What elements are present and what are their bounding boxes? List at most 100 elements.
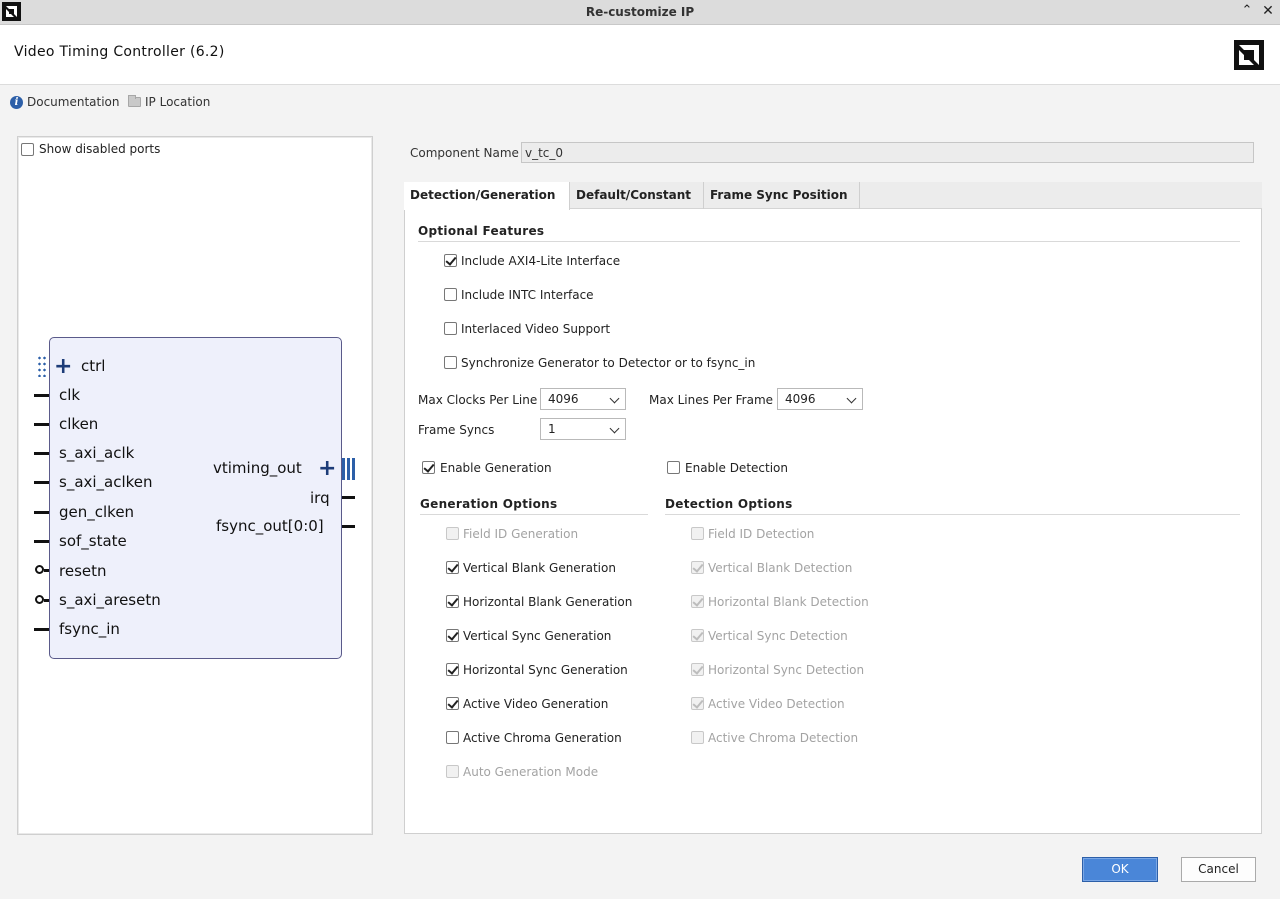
active-chroma-generation-checkbox[interactable] bbox=[446, 731, 459, 744]
field-id-detection-label: Field ID Detection bbox=[708, 527, 815, 541]
documentation-link[interactable]: i Documentation bbox=[10, 95, 120, 109]
pin-line bbox=[44, 599, 49, 602]
frame-syncs-select[interactable]: 1 bbox=[540, 418, 626, 440]
pin-line bbox=[342, 525, 355, 528]
optional-features-title: Optional Features bbox=[418, 224, 545, 238]
port-s-axi-aclk: s_axi_aclk bbox=[59, 444, 135, 462]
ip-title: Video Timing Controller (6.2) bbox=[14, 44, 225, 60]
expand-bus-icon[interactable]: + bbox=[318, 458, 336, 480]
port-gen-clken: gen_clken bbox=[59, 503, 135, 521]
tab-default-constant[interactable]: Default/Constant bbox=[570, 182, 704, 209]
generation-options-title: Generation Options bbox=[420, 497, 558, 511]
port-clk: clk bbox=[59, 386, 81, 404]
max-lines-value: 4096 bbox=[785, 392, 816, 406]
max-lines-label: Max Lines Per Frame bbox=[649, 393, 774, 407]
pin-line bbox=[34, 481, 49, 484]
port-sof-state: sof_state bbox=[59, 532, 127, 550]
vertical-blank-generation-checkbox[interactable] bbox=[446, 561, 459, 574]
field-id-detection-checkbox[interactable] bbox=[691, 527, 704, 540]
vertical-blank-detection-checkbox[interactable] bbox=[691, 561, 704, 574]
section-divider bbox=[420, 514, 648, 515]
include-intc-checkbox[interactable] bbox=[444, 288, 457, 301]
enable-generation-label: Enable Generation bbox=[440, 461, 552, 475]
vertical-sync-generation-label: Vertical Sync Generation bbox=[463, 629, 612, 643]
tab-bar: Detection/Generation Default/Constant Fr… bbox=[404, 182, 1262, 210]
port-s-axi-aresetn: s_axi_aresetn bbox=[59, 591, 161, 609]
detection-options-title: Detection Options bbox=[665, 497, 793, 511]
section-divider bbox=[665, 514, 1240, 515]
include-intc-label: Include INTC Interface bbox=[461, 288, 594, 302]
chevron-down-icon bbox=[609, 423, 620, 434]
expand-bus-icon[interactable]: + bbox=[54, 356, 72, 378]
interlaced-video-label: Interlaced Video Support bbox=[461, 322, 611, 336]
section-divider bbox=[418, 241, 1240, 242]
horizontal-sync-generation-label: Horizontal Sync Generation bbox=[463, 663, 628, 677]
horizontal-blank-generation-checkbox[interactable] bbox=[446, 595, 459, 608]
enable-generation-checkbox[interactable] bbox=[422, 461, 435, 474]
port-fsync-in: fsync_in bbox=[59, 620, 120, 638]
links-bar: i Documentation IP Location bbox=[0, 86, 1280, 116]
active-video-generation-label: Active Video Generation bbox=[463, 697, 609, 711]
port-irq: irq bbox=[310, 489, 330, 507]
component-name-field[interactable]: v_tc_0 bbox=[521, 142, 1254, 163]
tab-frame-sync-position[interactable]: Frame Sync Position bbox=[704, 182, 860, 209]
max-clocks-value: 4096 bbox=[548, 392, 579, 406]
horizontal-sync-detection-checkbox[interactable] bbox=[691, 663, 704, 676]
window-minimize-button[interactable]: ⌃ bbox=[1240, 3, 1254, 21]
horizontal-blank-detection-checkbox[interactable] bbox=[691, 595, 704, 608]
port-ctrl: ctrl bbox=[81, 357, 106, 375]
max-lines-select[interactable]: 4096 bbox=[777, 388, 863, 410]
horizontal-sync-generation-checkbox[interactable] bbox=[446, 663, 459, 676]
interlaced-video-checkbox[interactable] bbox=[444, 322, 457, 335]
vertical-blank-detection-label: Vertical Blank Detection bbox=[708, 561, 853, 575]
field-id-generation-label: Field ID Generation bbox=[463, 527, 579, 541]
port-vtiming-out: vtiming_out bbox=[213, 459, 302, 477]
active-chroma-detection-checkbox[interactable] bbox=[691, 731, 704, 744]
port-fsync-out: fsync_out[0:0] bbox=[216, 517, 324, 535]
vertical-sync-detection-label: Vertical Sync Detection bbox=[708, 629, 848, 643]
active-video-detection-checkbox[interactable] bbox=[691, 697, 704, 710]
auto-generation-mode-checkbox[interactable] bbox=[446, 765, 459, 778]
chevron-down-icon bbox=[846, 393, 857, 404]
vertical-sync-detection-checkbox[interactable] bbox=[691, 629, 704, 642]
field-id-generation-checkbox[interactable] bbox=[446, 527, 459, 540]
folder-icon bbox=[128, 95, 141, 107]
synchronize-generator-checkbox[interactable] bbox=[444, 356, 457, 369]
enable-detection-label: Enable Detection bbox=[685, 461, 788, 475]
dialog-header: Video Timing Controller (6.2) bbox=[0, 25, 1280, 85]
pin-line bbox=[44, 569, 49, 572]
window-close-button[interactable]: ✕ bbox=[1261, 3, 1275, 21]
component-name-label: Component Name bbox=[410, 146, 519, 160]
max-clocks-select[interactable]: 4096 bbox=[540, 388, 626, 410]
include-axi4-lite-checkbox[interactable] bbox=[444, 254, 457, 267]
ip-location-link[interactable]: IP Location bbox=[128, 95, 210, 109]
vertical-sync-generation-checkbox[interactable] bbox=[446, 629, 459, 642]
port-s-axi-aclken: s_axi_aclken bbox=[59, 473, 153, 491]
active-low-bubble-icon bbox=[35, 595, 44, 604]
enable-detection-checkbox[interactable] bbox=[667, 461, 680, 474]
cancel-button[interactable]: Cancel bbox=[1181, 857, 1256, 882]
ok-button[interactable]: OK bbox=[1082, 857, 1158, 882]
port-clken: clken bbox=[59, 415, 99, 433]
chevron-down-icon bbox=[609, 393, 620, 404]
port-resetn: resetn bbox=[59, 562, 107, 580]
include-axi4-lite-label: Include AXI4-Lite Interface bbox=[461, 254, 621, 268]
pin-line bbox=[34, 540, 49, 543]
bus-connector-icon bbox=[37, 355, 47, 377]
tab-detection-generation[interactable]: Detection/Generation bbox=[404, 182, 570, 210]
horizontal-blank-detection-label: Horizontal Blank Detection bbox=[708, 595, 869, 609]
pin-line bbox=[342, 496, 355, 499]
info-icon: i bbox=[10, 95, 23, 109]
documentation-label: Documentation bbox=[27, 95, 120, 109]
active-chroma-generation-label: Active Chroma Generation bbox=[463, 731, 622, 745]
show-disabled-ports-checkbox[interactable] bbox=[21, 143, 34, 156]
frame-syncs-label: Frame Syncs bbox=[418, 423, 495, 437]
horizontal-sync-detection-label: Horizontal Sync Detection bbox=[708, 663, 865, 677]
ip-location-label: IP Location bbox=[145, 95, 211, 109]
pin-line bbox=[34, 628, 49, 631]
bus-bars-icon bbox=[342, 458, 357, 483]
pin-line bbox=[34, 423, 49, 426]
ip-block-symbol bbox=[49, 337, 342, 659]
active-video-generation-checkbox[interactable] bbox=[446, 697, 459, 710]
vertical-blank-generation-label: Vertical Blank Generation bbox=[463, 561, 616, 575]
